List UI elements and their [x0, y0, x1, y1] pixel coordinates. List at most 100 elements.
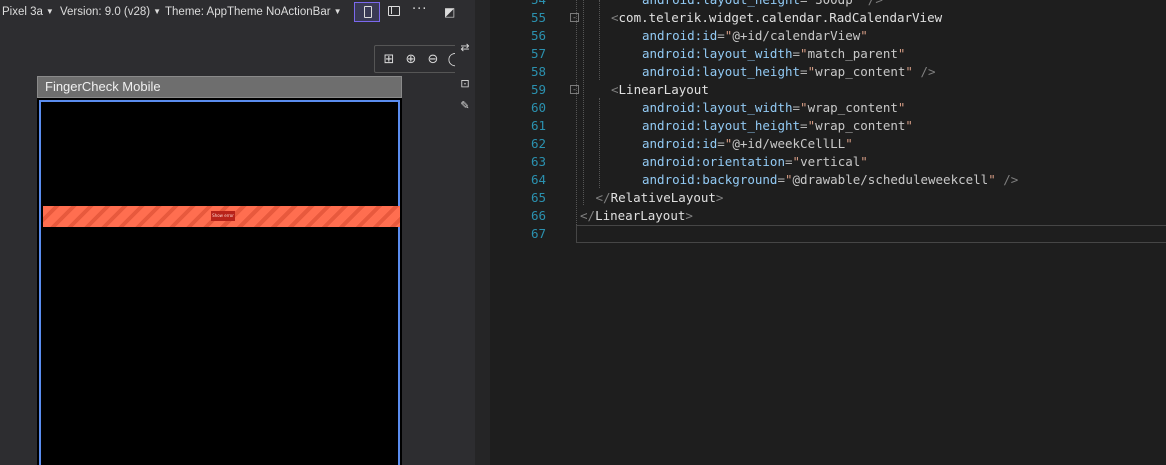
- code-token-eq: =: [777, 172, 785, 187]
- code-token-br: </: [580, 208, 596, 223]
- version-label: Version: 9.0 (v28): [60, 6, 151, 18]
- code-token-eq: =: [717, 136, 725, 151]
- code-line[interactable]: 64 android:background="@drawable/schedule…: [490, 171, 1166, 189]
- code-line[interactable]: 56 android:id="@+id/calendarView": [490, 27, 1166, 45]
- code-token-quote: ": [897, 100, 906, 115]
- line-number: 59: [530, 82, 546, 97]
- theme-selector[interactable]: Theme: AppTheme NoActionBar ▼: [165, 6, 341, 18]
- code-line[interactable]: 58 android:layout_height="wrap_content" /…: [490, 63, 1166, 81]
- show-error-button[interactable]: Show error: [211, 211, 235, 221]
- code-text: android:layout_height="300dp" />: [642, 0, 883, 9]
- code-line[interactable]: 66 </LinearLayout>: [490, 207, 1166, 225]
- zoom-reset-icon[interactable]: ◯: [447, 52, 455, 68]
- code-token-attr: android:layout_height: [642, 64, 801, 79]
- tablet-landscape-icon[interactable]: [388, 6, 400, 16]
- swap-arrows-icon[interactable]: ⇄: [459, 42, 471, 54]
- code-token-quote: ": [792, 154, 801, 169]
- code-token-br: <: [611, 10, 619, 25]
- app-title-bar: FingerCheck Mobile: [37, 76, 402, 98]
- line-number: 61: [530, 118, 546, 133]
- fold-toggle-icon[interactable]: -: [570, 13, 579, 22]
- code-token-attr: android:background: [642, 172, 778, 187]
- code-token-quote: ": [905, 118, 913, 133]
- code-token-quote: ": [785, 172, 793, 187]
- zoom-fit-icon[interactable]: ⊖: [425, 52, 441, 68]
- code-token-br: >: [685, 208, 693, 223]
- render-error-placeholder[interactable]: Show error: [43, 206, 400, 227]
- line-number: 54: [490, 0, 546, 9]
- code-text: </LinearLayout>: [580, 207, 693, 225]
- chevron-down-icon: ▼: [333, 7, 342, 16]
- code-text: android:id="@+id/weekCellLL": [642, 135, 853, 153]
- code-token-quote: ": [807, 118, 816, 133]
- code-token-quote: ": [800, 100, 808, 115]
- line-number: 60: [530, 100, 546, 115]
- code-token-eq: =: [785, 154, 793, 169]
- line-number: 58: [530, 64, 546, 79]
- code-token-tag: com.telerik.widget.calendar.RadCalendarV…: [618, 10, 943, 25]
- code-token-br: >: [715, 190, 724, 205]
- code-token-quote: ": [807, 64, 816, 79]
- layout-designer-pane: Pixel 3a ▼ Version: 9.0 (v28) ▼ Theme: App…: [0, 0, 455, 465]
- code-text: <com.telerik.widget.calendar.RadCalendar…: [611, 9, 942, 27]
- code-token-val: vertical: [800, 154, 861, 169]
- more-options-icon[interactable]: ···: [412, 2, 427, 17]
- version-selector[interactable]: Version: 9.0 (v28) ▼: [60, 6, 161, 18]
- code-text: android:orientation="vertical": [642, 153, 868, 171]
- code-token-attr: android:layout_height: [642, 118, 801, 133]
- pane-splitter[interactable]: [475, 0, 490, 465]
- code-token-val: 300dp: [815, 0, 853, 7]
- code-line[interactable]: 67: [490, 225, 1166, 243]
- code-token-attr: android:id: [642, 136, 718, 151]
- line-number: 55: [530, 10, 546, 25]
- resources-icon[interactable]: ⊡: [459, 78, 471, 90]
- code-text: android:id="@+id/calendarView": [642, 27, 868, 45]
- code-line[interactable]: 55 - <com.telerik.widget.calendar.RadCalen…: [490, 9, 1166, 27]
- code-line[interactable]: 60 android:layout_width="wrap_content": [490, 99, 1166, 117]
- code-line[interactable]: 54 android:layout_height="300dp" />: [490, 0, 1166, 9]
- device-selector[interactable]: Pixel 3a ▼: [2, 6, 54, 18]
- code-token-quote: ": [860, 28, 868, 43]
- code-token-quote: ": [860, 154, 868, 169]
- line-number: 65: [530, 190, 546, 205]
- code-token-quote: ": [845, 136, 853, 151]
- code-token-attr: android:orientation: [642, 154, 785, 169]
- code-line[interactable]: 62 android:id="@+id/weekCellLL": [490, 135, 1166, 153]
- phone-portrait-icon[interactable]: [354, 2, 380, 22]
- code-token-quote: ": [808, 0, 816, 7]
- code-line[interactable]: 61 android:layout_height="wrap_content": [490, 117, 1166, 135]
- code-line[interactable]: 65 </RelativeLayout>: [490, 189, 1166, 207]
- code-token-br: />: [912, 64, 936, 79]
- code-token-val: @drawable/scheduleweekcell: [792, 172, 989, 187]
- code-text: </RelativeLayout>: [596, 189, 724, 207]
- code-text: android:layout_width="wrap_content": [642, 99, 905, 117]
- designer-toolbar: Pixel 3a ▼ Version: 9.0 (v28) ▼ Theme: App…: [0, 0, 455, 26]
- code-line[interactable]: 57 android:layout_width="match_parent": [490, 45, 1166, 63]
- code-text: android:layout_height="wrap_content": [642, 117, 913, 135]
- designer-side-toolbar: ⇄ ⊡ ✎: [455, 0, 475, 465]
- code-token-eq: =: [800, 64, 808, 79]
- xml-code-editor[interactable]: 54android:layout_height="300dp" />55-<co…: [490, 0, 1166, 465]
- code-text: <LinearLayout: [611, 81, 709, 99]
- code-token-tag: LinearLayout: [618, 82, 709, 97]
- line-number: 57: [530, 46, 546, 61]
- device-label: Pixel 3a: [2, 6, 43, 18]
- line-number: 67: [530, 226, 546, 241]
- theme-paint-icon[interactable]: ◩: [444, 5, 455, 19]
- code-line[interactable]: 59 - <LinearLayout: [490, 81, 1166, 99]
- code-token-eq: =: [792, 46, 801, 61]
- code-token-attr: android:layout_width: [642, 46, 793, 61]
- layout-icon[interactable]: ⊞: [381, 52, 397, 68]
- line-number: 66: [530, 208, 546, 223]
- edit-icon[interactable]: ✎: [459, 100, 471, 112]
- code-line[interactable]: 63 android:orientation="vertical": [490, 153, 1166, 171]
- app-title: FingerCheck Mobile: [45, 79, 161, 94]
- code-token-val: @+id/calendarView: [732, 28, 861, 43]
- code-token-attr: android:layout_height: [642, 0, 800, 7]
- code-token-tag: RelativeLayout: [610, 190, 716, 205]
- code-token-eq: =: [800, 0, 808, 7]
- fold-toggle-icon[interactable]: -: [570, 85, 579, 94]
- selected-layout[interactable]: Show error: [39, 100, 400, 465]
- zoom-in-icon[interactable]: ⊕: [403, 52, 419, 68]
- code-token-attr: android:layout_width: [642, 100, 793, 115]
